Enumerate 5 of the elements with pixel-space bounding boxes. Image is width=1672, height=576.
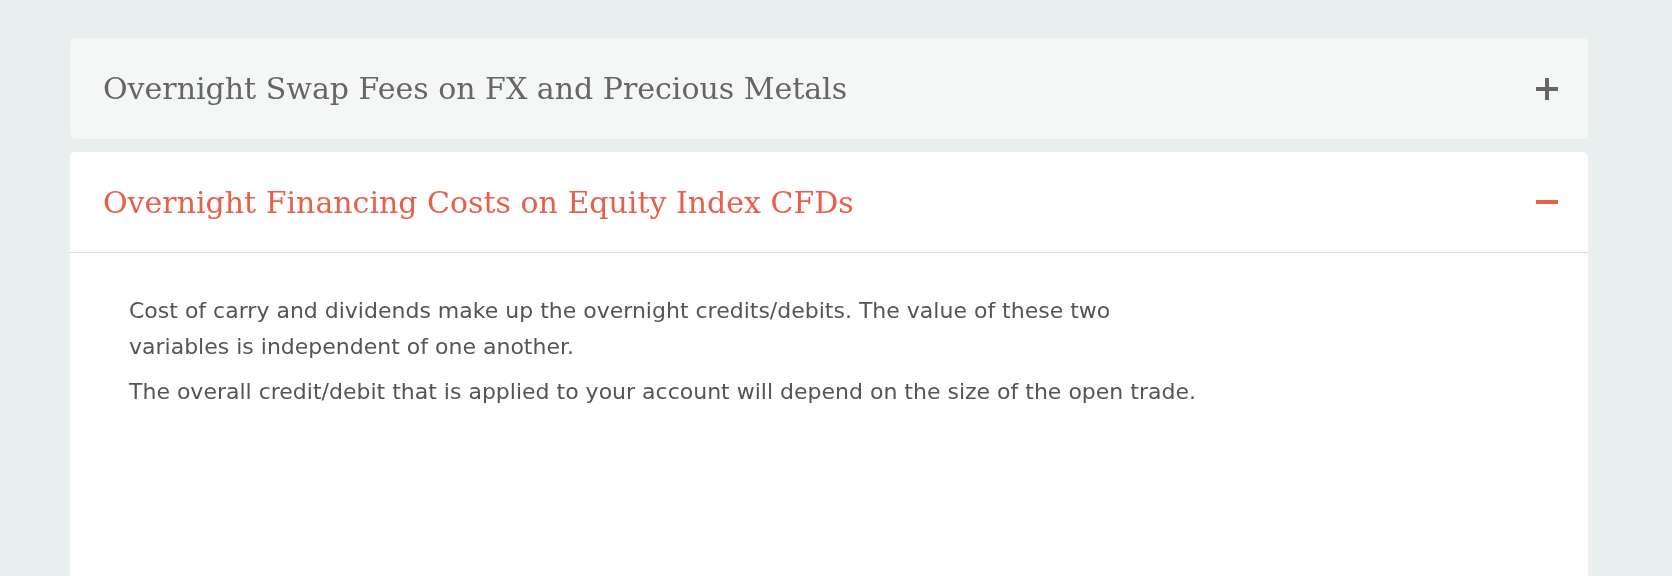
accordion-title[interactable]: Overnight Financing Costs on Equity Index CFDs bbox=[103, 179, 854, 225]
body-paragraph: Cost of carry and dividends make up the overnight credits/debits. The value of these two variables is independent of one another. bbox=[129, 297, 1112, 361]
body-paragraph: The overall credit/debit that is applied to your account will depend on the size of the open trade. bbox=[129, 378, 1197, 406]
accordion-title[interactable]: Overnight Swap Fees on FX and Precious Metals bbox=[103, 66, 848, 111]
expand-icon[interactable] bbox=[1536, 77, 1558, 100]
